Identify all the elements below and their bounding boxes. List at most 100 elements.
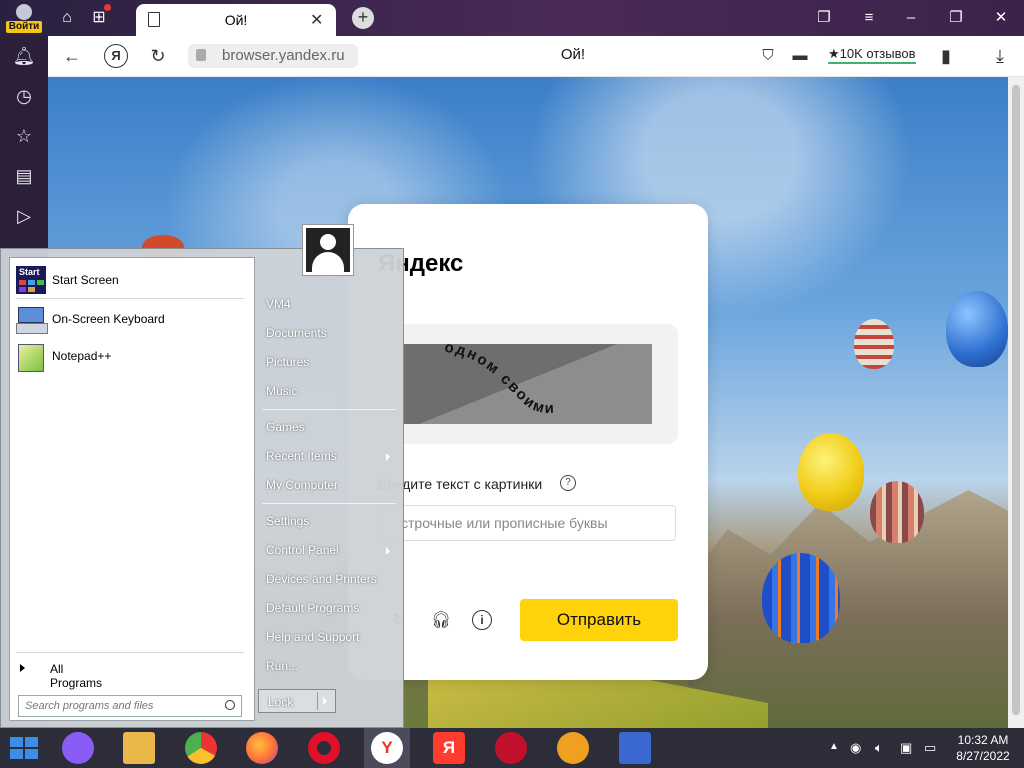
start-link-default-programs[interactable]: Default Programs — [266, 601, 359, 615]
start-screen-icon: Start — [16, 266, 46, 294]
start-screen-icon-text: Start — [19, 267, 40, 277]
yandex-browser-icon[interactable]: Y — [371, 732, 403, 764]
comments-icon[interactable]: ▬ — [788, 44, 812, 68]
landscape-hills — [688, 490, 1008, 728]
start-link-games[interactable]: Games — [266, 420, 305, 434]
camera-icon[interactable]: ◉ — [850, 740, 861, 756]
program-on-screen-keyboard[interactable]: On-Screen Keyboard — [16, 303, 248, 337]
program-notepadpp[interactable]: Notepad++ — [16, 340, 248, 374]
tile — [28, 287, 35, 292]
taskbar-clock[interactable]: 10:32 AM 8/27/2022 — [948, 732, 1018, 764]
scrollbar-thumb[interactable] — [1012, 85, 1020, 715]
firefox-icon[interactable] — [246, 732, 278, 764]
balloon — [854, 319, 894, 369]
balloon — [946, 291, 1008, 367]
screenshot-icon[interactable] — [619, 732, 651, 764]
submit-button[interactable]: Отправить — [520, 599, 678, 641]
new-tab-button[interactable]: + — [352, 7, 374, 29]
close-window-icon[interactable]: ✕ — [988, 6, 1014, 30]
start-link-music[interactable]: Music — [266, 384, 297, 398]
captcha-input[interactable]: строчные или прописные буквы — [378, 505, 676, 541]
start-menu: Start Start Screen On-Screen Keyboard No… — [0, 248, 404, 728]
start-search-input[interactable]: Search programs and files — [18, 695, 242, 717]
login-label: Войти — [6, 21, 42, 33]
audio-captcha-icon[interactable]: 🎧︎ — [430, 610, 452, 632]
start-link-devices-and-printers[interactable]: Devices and Printers — [266, 572, 377, 586]
start-link-run[interactable]: Run... — [266, 659, 298, 673]
bell-icon[interactable]: 🔔︎ — [12, 44, 36, 68]
profile-button[interactable]: Войти — [0, 0, 48, 36]
network-icon[interactable]: ▣ — [900, 740, 912, 756]
start-link-vm4[interactable]: VM4 — [266, 297, 291, 311]
start-link-pictures[interactable]: Pictures — [266, 355, 309, 369]
alice-icon[interactable] — [62, 732, 94, 764]
notepad-page — [18, 344, 44, 372]
start-menu-programs-panel: Start Start Screen On-Screen Keyboard No… — [9, 257, 255, 721]
collections-icon[interactable]: ❐ — [811, 6, 837, 30]
page-title: Ой! — [560, 46, 586, 63]
vpn-icon[interactable] — [557, 732, 589, 764]
yandex-logo-icon[interactable]: Я — [104, 44, 128, 68]
lock-options-arrow-icon[interactable] — [323, 697, 327, 705]
svg-text:одном своими: одном своими — [444, 344, 556, 417]
tile — [19, 280, 26, 285]
home-icon[interactable]: ⌂ — [54, 5, 80, 31]
program-start-screen[interactable]: Start Start Screen — [16, 264, 248, 298]
yandex-icon[interactable]: Я — [433, 732, 465, 764]
windows-start-icon[interactable] — [10, 737, 38, 759]
speaker-muted-icon[interactable]: 🔈︎ — [875, 740, 883, 756]
browser-titlebar: Войти ⌂ ⊞ Ой! ✕ + ❐ ≡ – ❐ ✕ — [0, 0, 1024, 36]
user-picture[interactable] — [302, 224, 354, 276]
tray-overflow-icon[interactable]: ▲ — [829, 741, 839, 752]
history-icon[interactable]: ◷ — [12, 84, 36, 108]
restore-icon[interactable]: ❐ — [943, 6, 969, 30]
notification-dot — [104, 4, 111, 11]
keys — [16, 323, 48, 334]
submenu-arrow-icon — [386, 547, 390, 555]
avatar-head — [320, 234, 336, 250]
tab-active[interactable]: Ой! ✕ — [136, 4, 336, 36]
bookmark-icon[interactable]: ▮ — [934, 44, 958, 68]
page-scrollbar[interactable] — [1008, 77, 1024, 728]
opera-icon[interactable] — [308, 732, 340, 764]
avatar-body — [312, 252, 344, 272]
notes-icon[interactable]: ▤ — [12, 164, 36, 188]
notepadpp-icon — [16, 342, 46, 372]
win-pane — [10, 737, 23, 747]
star-icon[interactable]: ☆ — [12, 124, 36, 148]
divider — [262, 503, 396, 504]
program-label: Notepad++ — [52, 349, 112, 363]
help-icon[interactable]: ? — [560, 475, 576, 491]
url-field[interactable]: browser.yandex.ru — [188, 44, 358, 68]
lock-button[interactable]: Lock — [258, 689, 336, 713]
chrome-icon[interactable] — [185, 732, 217, 764]
app-red-icon[interactable] — [495, 732, 527, 764]
avatar — [306, 228, 350, 272]
taskbar: Y Я ▲ ◉ 🔈︎ ▣ ▭ 10:32 AM 8/27/2022 — [0, 728, 1024, 768]
info-icon[interactable]: i — [472, 610, 492, 630]
start-link-documents[interactable]: Documents — [266, 326, 327, 340]
file-explorer-icon[interactable] — [123, 732, 155, 764]
start-link-help-and-support[interactable]: Help and Support — [266, 630, 359, 644]
protect-icon[interactable]: ⛉ — [756, 44, 780, 68]
minimize-icon[interactable]: – — [898, 6, 924, 30]
start-link-settings[interactable]: Settings — [266, 514, 309, 528]
arrow-right-icon — [20, 664, 25, 672]
start-link-control-panel[interactable]: Control Panel — [266, 543, 339, 557]
tile — [19, 287, 26, 292]
balloon — [762, 553, 840, 643]
start-link-my-computer[interactable]: My Computer — [266, 478, 338, 492]
display-icon[interactable]: ▭ — [924, 740, 936, 756]
start-link-recent-items[interactable]: Recent Items — [266, 449, 337, 463]
reload-icon[interactable]: ↻ — [146, 44, 170, 68]
back-icon[interactable]: ← — [60, 44, 84, 68]
all-programs-label: All Programs — [50, 662, 103, 690]
captcha-word: своими — [497, 370, 556, 417]
menu-icon[interactable]: ≡ — [856, 6, 882, 30]
play-icon[interactable]: ▷ — [12, 204, 36, 228]
captcha-image: одном своими — [402, 344, 652, 424]
reviews-link[interactable]: ★10K отзывов — [828, 46, 916, 64]
download-icon[interactable]: ⤓ — [988, 44, 1012, 68]
user-icon — [16, 4, 32, 20]
close-tab-icon[interactable]: ✕ — [310, 10, 323, 30]
